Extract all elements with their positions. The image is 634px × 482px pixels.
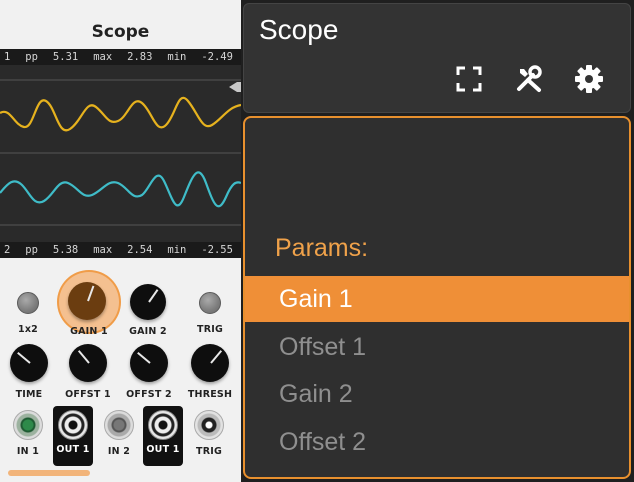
readout-max-value: 2.54 xyxy=(127,244,153,256)
readout-channel-2: 2 pp 5.38 max 2.54 min -2.55 xyxy=(0,242,241,258)
knob-indicator xyxy=(148,289,159,303)
time-knob[interactable] xyxy=(10,344,48,382)
readout-channel-1: 1 pp 5.31 max 2.83 min -2.49 xyxy=(0,49,241,65)
time-label: TIME xyxy=(15,389,43,400)
readout-channel-number: 1 xyxy=(4,51,11,63)
menu-item-offset-1[interactable]: Offset 1 xyxy=(245,324,629,370)
knob-indicator xyxy=(17,351,31,364)
scope-display: 1 pp 5.31 max 2.83 min -2.49 2 pp 5.38 m… xyxy=(0,49,241,258)
scope-module: Scope 1 pp 5.31 max 2.83 min -2.49 2 pp … xyxy=(0,0,241,482)
trig-led xyxy=(199,292,221,314)
params-menu: Params: Gain 1 Offset 1 Gain 2 Offset 2 xyxy=(243,116,631,479)
trig-jack[interactable] xyxy=(194,410,224,440)
x2-label: 1x2 xyxy=(18,324,38,335)
patch-cable[interactable] xyxy=(8,470,90,476)
offset1-knob[interactable] xyxy=(69,344,107,382)
params-section-header: Params: xyxy=(275,234,369,262)
out1-jack-group: OUT 1 xyxy=(53,406,93,466)
readout-channel-number: 2 xyxy=(4,244,11,256)
in2-jack[interactable] xyxy=(104,410,134,440)
readout-max-value: 2.83 xyxy=(127,51,153,63)
gain1-knob[interactable] xyxy=(68,282,106,320)
readout-max-label: max xyxy=(93,244,113,256)
readout-pp-value: 5.38 xyxy=(52,244,79,256)
gain2-label: GAIN 2 xyxy=(129,326,167,337)
trigger-marker xyxy=(229,82,241,92)
thresh-knob[interactable] xyxy=(191,344,229,382)
knob-indicator xyxy=(137,351,151,364)
knob-indicator xyxy=(87,285,95,302)
thresh-label: THRESH xyxy=(187,389,233,400)
gain1-label: GAIN 1 xyxy=(70,326,108,337)
offset2-label: OFFST 2 xyxy=(126,389,172,400)
knob-indicator xyxy=(210,350,223,364)
readout-min-value: -2.55 xyxy=(201,244,233,256)
trig-label: TRIG xyxy=(196,446,222,457)
readout-max-label: max xyxy=(93,51,113,63)
channel-2-trace xyxy=(0,171,241,208)
menu-item-gain-2[interactable]: Gain 2 xyxy=(245,371,629,417)
menu-item-offset-2[interactable]: Offset 2 xyxy=(245,419,629,465)
menu-header: Scope xyxy=(243,3,631,113)
module-title: Scope xyxy=(91,22,150,42)
offset2-knob[interactable] xyxy=(130,344,168,382)
module-controls: 1x2 GAIN 1 GAIN 2 TRIG TIME OFFST 1 OFFS… xyxy=(0,258,241,482)
offset1-label: OFFST 1 xyxy=(65,389,111,400)
readout-min-value: -2.49 xyxy=(201,51,233,63)
readout-pp-value: 5.31 xyxy=(52,51,79,63)
gear-icon[interactable] xyxy=(574,64,604,94)
menu-item-gain-1[interactable]: Gain 1 xyxy=(245,276,629,322)
readout-pp-label: pp xyxy=(25,244,38,256)
tools-icon[interactable] xyxy=(514,64,544,94)
out2-jack-group: OUT 1 xyxy=(143,406,183,466)
fullscreen-icon[interactable] xyxy=(454,64,484,94)
out1-jack[interactable] xyxy=(58,410,88,440)
channel-1-trace xyxy=(0,97,241,132)
knob-indicator xyxy=(77,350,90,364)
x2-button[interactable] xyxy=(17,292,39,314)
readout-min-label: min xyxy=(167,244,187,256)
gain2-knob[interactable] xyxy=(130,284,166,320)
readout-pp-label: pp xyxy=(25,51,38,63)
menu-title: Scope xyxy=(259,14,339,45)
in1-jack[interactable] xyxy=(13,410,43,440)
readout-min-label: min xyxy=(167,51,187,63)
out2-jack[interactable] xyxy=(148,410,178,440)
scope-traces xyxy=(0,79,241,226)
trig-led-label: TRIG xyxy=(197,324,223,335)
